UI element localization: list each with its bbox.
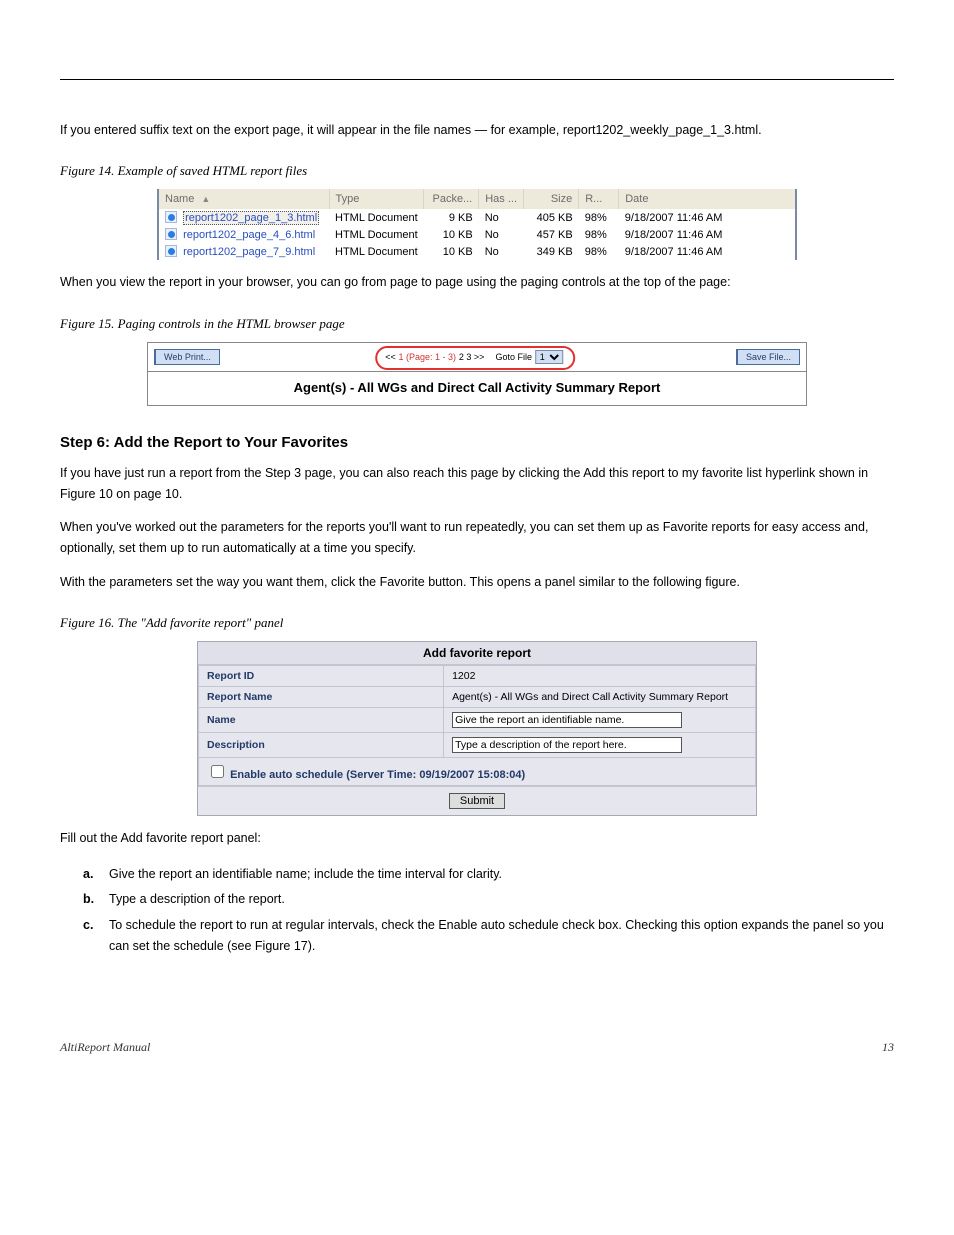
figure14-caption: Figure 14. Example of saved HTML report … (60, 163, 894, 179)
cell-packe: 10 KB (424, 243, 479, 260)
value-report-id: 1202 (444, 665, 756, 686)
cell-date: 9/18/2007 11:46 AM (619, 209, 795, 226)
col-header-type[interactable]: Type (329, 189, 424, 209)
cell-size: 457 KB (524, 226, 579, 243)
view-intro-paragraph: When you view the report in your browser… (60, 272, 894, 293)
step-text: To schedule the report to run at regular… (108, 914, 892, 959)
step-marker: b. (82, 888, 106, 911)
file-name-link[interactable]: report1202_page_4_6.html (183, 229, 315, 241)
row-report-id: Report ID 1202 (199, 665, 756, 686)
web-print-button[interactable]: Web Print... (154, 349, 220, 365)
step-text: Type a description of the report. (108, 888, 892, 911)
cell-date: 9/18/2007 11:46 AM (619, 243, 795, 260)
pager: << 1 (Page: 1 - 3) 2 3 >> Goto File 1 (385, 350, 569, 364)
file-list-table: Name ▲ Type Packe... Has ... Size R... D… (159, 189, 795, 260)
cell-type: HTML Document (329, 226, 424, 243)
cell-type: HTML Document (329, 243, 424, 260)
favorite-form-table: Report ID 1202 Report Name Agent(s) - Al… (198, 665, 756, 786)
row-description: Description (199, 732, 756, 757)
toolbar-row: Web Print... << 1 (Page: 1 - 3) 2 3 >> G… (148, 343, 806, 372)
footer-page-number: 13 (882, 1040, 894, 1055)
label-report-name: Report Name (199, 686, 444, 707)
figure16-caption: Figure 16. The "Add favorite report" pan… (60, 615, 894, 631)
description-input[interactable] (452, 737, 682, 753)
table-row[interactable]: report1202_page_1_3.html HTML Document 9… (159, 209, 795, 226)
page-header (60, 40, 894, 80)
html-file-icon (165, 228, 177, 240)
cell-r: 98% (579, 243, 619, 260)
list-item: b. Type a description of the report. (82, 888, 892, 911)
cell-size: 405 KB (524, 209, 579, 226)
fav-paragraph-1: If you have just run a report from the S… (60, 463, 894, 506)
footer-title: AltiReport Manual (60, 1040, 150, 1055)
col-header-name[interactable]: Name ▲ (159, 189, 329, 209)
submit-button[interactable]: Submit (449, 793, 505, 809)
fill-fav-paragraph: Fill out the Add favorite report panel: (60, 828, 894, 849)
enable-schedule-label: Enable auto schedule (Server Time: 09/19… (230, 769, 525, 781)
file-list-figure: Name ▲ Type Packe... Has ... Size R... D… (157, 189, 797, 260)
paging-toolbar-figure: Web Print... << 1 (Page: 1 - 3) 2 3 >> G… (147, 342, 807, 406)
pager-prev[interactable]: << (385, 352, 396, 362)
list-item: a. Give the report an identifiable name;… (82, 863, 892, 886)
cell-size: 349 KB (524, 243, 579, 260)
col-header-name-text: Name (165, 193, 194, 205)
file-name-link[interactable]: report1202_page_1_3.html (183, 211, 319, 225)
cell-r: 98% (579, 226, 619, 243)
table-row[interactable]: report1202_page_4_6.html HTML Document 1… (159, 226, 795, 243)
intro-paragraph: If you entered suffix text on the export… (60, 120, 894, 141)
cell-has: No (479, 226, 524, 243)
table-row[interactable]: report1202_page_7_9.html HTML Document 1… (159, 243, 795, 260)
col-header-has[interactable]: Has ... (479, 189, 524, 209)
col-header-size[interactable]: Size (524, 189, 579, 209)
sort-asc-icon: ▲ (201, 194, 210, 204)
page-footer: AltiReport Manual 13 (60, 1040, 894, 1055)
cell-packe: 9 KB (424, 209, 479, 226)
add-favorite-title: Add favorite report (198, 642, 756, 665)
goto-file-label: Goto File (495, 352, 532, 362)
cell-packe: 10 KB (424, 226, 479, 243)
name-input[interactable] (452, 712, 682, 728)
row-name: Name (199, 707, 756, 732)
cell-has: No (479, 243, 524, 260)
row-report-name: Report Name Agent(s) - All WGs and Direc… (199, 686, 756, 707)
col-header-date[interactable]: Date (619, 189, 795, 209)
step6-heading: Step 6: Add the Report to Your Favorites (60, 434, 894, 451)
step-text: Give the report an identifiable name; in… (108, 863, 892, 886)
label-description: Description (199, 732, 444, 757)
enable-schedule-checkbox[interactable] (211, 765, 224, 778)
file-list-header-row: Name ▲ Type Packe... Has ... Size R... D… (159, 189, 795, 209)
col-header-r[interactable]: R... (579, 189, 619, 209)
cell-r: 98% (579, 209, 619, 226)
value-report-name: Agent(s) - All WGs and Direct Call Activ… (444, 686, 756, 707)
html-file-icon (165, 211, 177, 223)
label-report-id: Report ID (199, 665, 444, 686)
submit-row: Submit (198, 786, 756, 815)
add-favorite-panel: Add favorite report Report ID 1202 Repor… (197, 641, 757, 816)
pager-pages[interactable]: 2 3 >> (459, 352, 485, 362)
goto-file-select[interactable]: 1 (535, 350, 563, 364)
report-title: Agent(s) - All WGs and Direct Call Activ… (148, 372, 806, 405)
pager-current: 1 (Page: 1 - 3) (399, 352, 457, 362)
cell-type: HTML Document (329, 209, 424, 226)
label-name: Name (199, 707, 444, 732)
cell-date: 9/18/2007 11:46 AM (619, 226, 795, 243)
list-item: c. To schedule the report to run at regu… (82, 914, 892, 959)
step-marker: a. (82, 863, 106, 886)
steps-list: a. Give the report an identifiable name;… (80, 861, 894, 960)
file-name-link[interactable]: report1202_page_7_9.html (183, 246, 315, 258)
html-file-icon (165, 245, 177, 257)
step-marker: c. (82, 914, 106, 959)
fav-paragraph-3: With the parameters set the way you want… (60, 572, 894, 593)
cell-has: No (479, 209, 524, 226)
save-file-button[interactable]: Save File... (736, 349, 800, 365)
figure15-caption: Figure 15. Paging controls in the HTML b… (60, 316, 894, 332)
row-enable-schedule: Enable auto schedule (Server Time: 09/19… (199, 757, 756, 785)
fav-paragraph-2: When you've worked out the parameters fo… (60, 517, 894, 560)
col-header-packe[interactable]: Packe... (424, 189, 479, 209)
